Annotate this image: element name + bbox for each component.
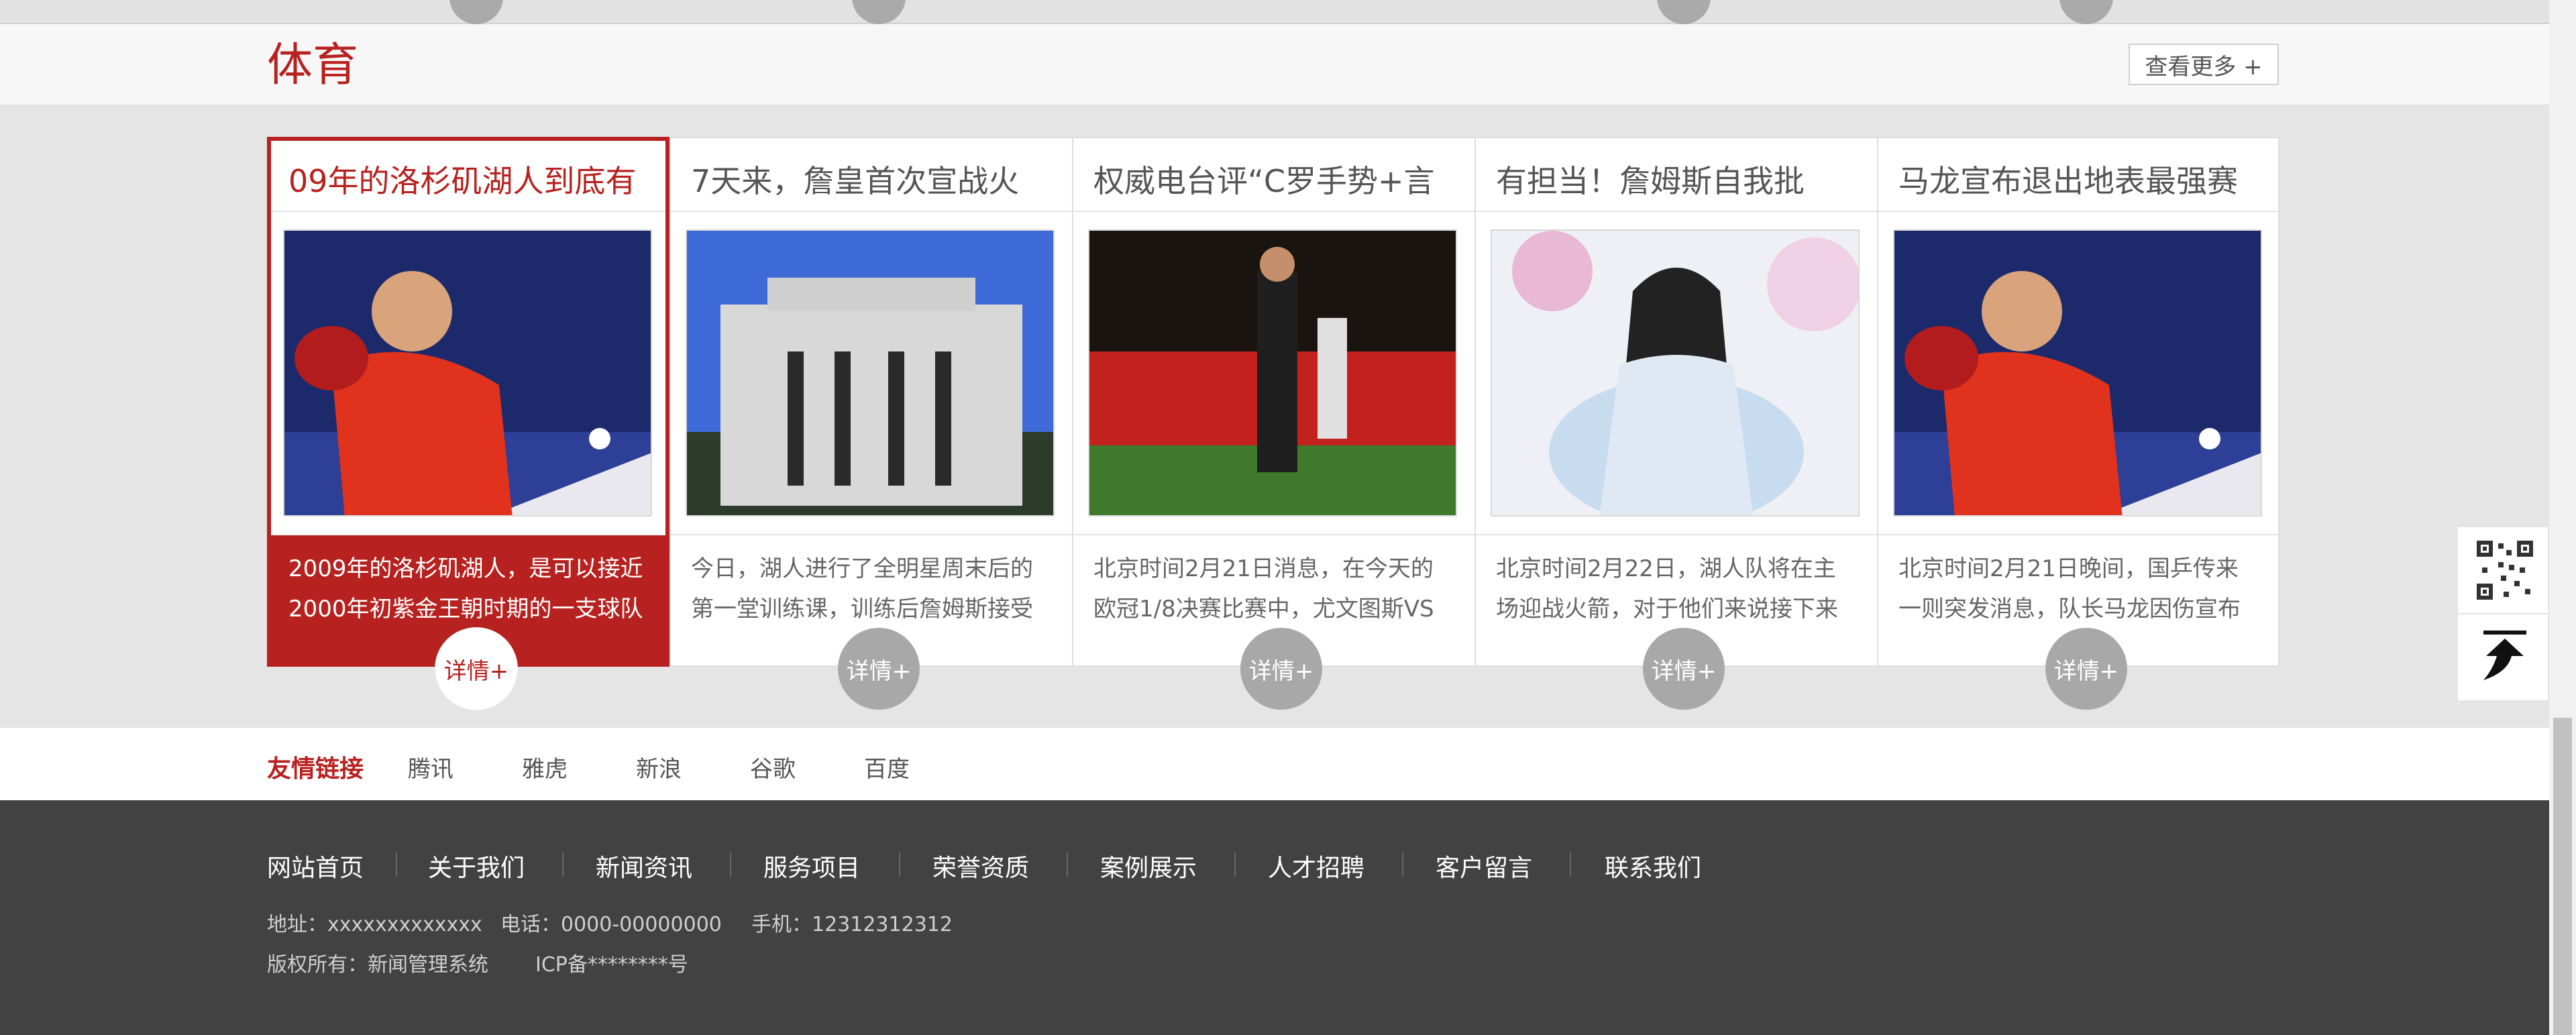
footer-address: 地址：xxxxxxxxxxxxx [267,913,482,936]
divider [1476,211,1877,212]
side-tools-panel [2457,526,2549,702]
desc-line: 场迎战火箭，对于他们来说接下来 [1496,596,1838,622]
detail-button[interactable]: 详情+ [838,628,920,710]
friend-links-bar: 友情链接 腾讯 雅虎 新浪 谷歌 百度 [0,728,2549,800]
news-card[interactable]: 马龙宣布退出地表最强赛 北京时间2月21日晚间，国乒传来 一则突发消息，队长马龙… [1877,137,2279,667]
view-more-button[interactable]: 查看更多 + [2129,44,2279,85]
table-tennis-player-photo [1894,231,2261,515]
footer-icp: ICP备********号 [535,953,688,977]
card-title[interactable]: 09年的洛杉矶湖人到底有 [288,161,654,201]
divider [1476,534,1877,535]
card-title[interactable]: 有担当！詹姆斯自我批 [1496,161,1862,201]
footer-nav-separator [1067,853,1068,877]
desc-line: 第一堂训练课，训练后詹姆斯接受 [691,596,1033,622]
divider [1878,534,2278,535]
footer-nav-link[interactable]: 新闻资讯 [596,849,692,883]
divider [271,534,665,535]
desc-line: 北京时间2月21日消息，在今天的 [1093,555,1434,582]
card-description: 北京时间2月21日晚间，国乒传来 一则突发消息，队长马龙因伤宣布 [1898,549,2264,629]
card-image[interactable] [686,229,1055,516]
fantasy-illustration-photo [1492,231,1858,515]
footer-nav-separator [396,853,397,877]
detail-button-partial[interactable] [1657,0,1711,24]
news-card[interactable]: 09年的洛杉矶湖人到底有 2009年的洛杉矶湖人，是可以接近 2000年初紫金王… [267,137,669,667]
card-description: 北京时间2月22日，湖人队将在主 场迎战火箭，对于他们来说接下来 [1496,549,1862,629]
footer-nav-link[interactable]: 荣誉资质 [932,849,1029,883]
news-card[interactable]: 有担当！詹姆斯自我批 北京时间2月22日，湖人队将在主 场迎战火箭，对于他们来说… [1474,137,1877,667]
card-description: 2009年的洛杉矶湖人，是可以接近 2000年初紫金王朝时期的一支球队 [288,549,654,629]
scrollbar-thumb[interactable] [2553,718,2572,1035]
desc-line: 北京时间2月21日晚间，国乒传来 [1898,555,2239,582]
divider [271,211,665,212]
desc-line: 2000年初紫金王朝时期的一支球队 [288,596,643,622]
previous-section-strip [0,0,2549,24]
section-title: 体育 [267,39,359,92]
footer-nav-separator [730,853,731,877]
card-image[interactable] [1491,229,1860,516]
table-tennis-player-photo [284,231,651,515]
footer: 网站首页 关于我们 新闻资讯 服务项目 荣誉资质 案例展示 人才招聘 客户留言 … [0,800,2549,1035]
divider [2458,613,2548,614]
soccer-player-photo [1089,231,1456,515]
detail-button[interactable]: 详情+ [1643,628,1725,710]
news-card[interactable]: 7天来，詹皇首次宣战火 今日，湖人进行了全明星周末后的 第一堂训练课，训练后詹姆… [669,137,1072,667]
detail-button[interactable]: 详情+ [435,628,517,710]
back-to-top-icon[interactable] [2481,628,2529,687]
friend-link[interactable]: 谷歌 [750,751,796,783]
desc-line: 欧冠1/8决赛比赛中，尤文图斯VS [1093,596,1434,622]
footer-nav-link[interactable]: 客户留言 [1436,849,1532,883]
government-building-photo [687,231,1053,515]
footer-nav-link[interactable]: 案例展示 [1100,849,1197,883]
qr-code-icon[interactable] [2477,541,2533,602]
divider [671,211,1072,212]
footer-nav-separator [1234,853,1236,877]
footer-nav-separator [1570,853,1571,877]
card-title[interactable]: 7天来，詹皇首次宣战火 [691,161,1057,201]
detail-button-partial[interactable] [449,0,503,24]
footer-mobile: 手机：12312312312 [751,913,953,936]
footer-nav-separator [562,853,564,877]
divider [1073,211,1474,212]
friend-link[interactable]: 百度 [864,751,910,783]
card-title[interactable]: 马龙宣布退出地表最强赛 [1898,161,2264,201]
detail-button[interactable]: 详情+ [1240,628,1322,710]
detail-button-partial[interactable] [852,0,906,24]
friend-link[interactable]: 雅虎 [522,751,568,783]
detail-button-partial[interactable] [2059,0,2113,24]
footer-nav-separator [1402,853,1403,877]
desc-line: 一则突发消息，队长马龙因伤宣布 [1898,596,2241,622]
desc-line: 北京时间2月22日，湖人队将在主 [1496,555,1836,582]
divider [1878,211,2278,212]
card-image[interactable] [1893,229,2262,516]
divider [1073,534,1474,535]
footer-nav-link[interactable]: 网站首页 [267,849,364,883]
footer-copyright: 版权所有：新闻管理系统 [267,953,488,977]
card-image[interactable] [283,229,652,516]
detail-button[interactable]: 详情+ [2045,628,2127,710]
footer-nav-link[interactable]: 服务项目 [763,849,860,883]
footer-nav-link[interactable]: 联系我们 [1605,849,1701,883]
card-title[interactable]: 权威电台评“C罗手势+言 [1093,161,1459,201]
desc-line: 今日，湖人进行了全明星周末后的 [691,555,1033,582]
friend-links-label: 友情链接 [267,755,364,783]
friend-link[interactable]: 腾讯 [408,751,453,783]
card-description: 北京时间2月21日消息，在今天的 欧冠1/8决赛比赛中，尤文图斯VS [1093,549,1459,629]
news-card-list: 09年的洛杉矶湖人到底有 2009年的洛杉矶湖人，是可以接近 2000年初紫金王… [267,137,2279,667]
card-image[interactable] [1088,229,1457,516]
desc-line: 2009年的洛杉矶湖人，是可以接近 [288,555,643,582]
footer-phone: 电话：0000-00000000 [500,913,722,936]
footer-nav-link[interactable]: 人才招聘 [1268,849,1364,883]
footer-nav-separator [899,853,900,877]
friend-link[interactable]: 新浪 [636,751,682,783]
footer-nav-link[interactable]: 关于我们 [428,849,525,883]
news-card[interactable]: 权威电台评“C罗手势+言 北京时间2月21日消息，在今天的 欧冠1/8决赛比赛中… [1072,137,1474,667]
card-description: 今日，湖人进行了全明星周末后的 第一堂训练课，训练后詹姆斯接受 [691,549,1057,629]
divider [671,534,1072,535]
